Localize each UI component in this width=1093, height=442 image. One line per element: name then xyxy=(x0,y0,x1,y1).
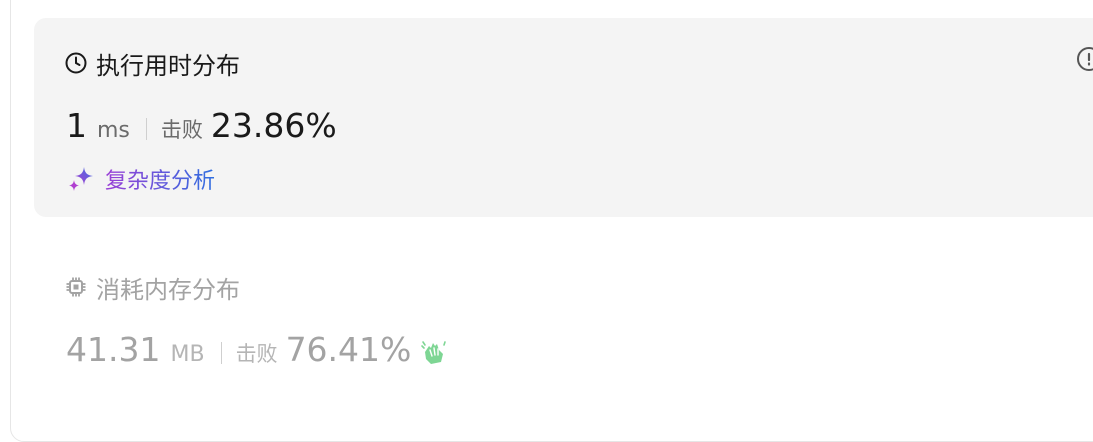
memory-metric-row: 41.31 MB 击败 76.41% xyxy=(66,330,449,376)
runtime-metric-row: 1 ms 击败 23.86% xyxy=(66,106,337,152)
sparkle-icon xyxy=(66,164,96,194)
memory-title-row[interactable]: 消耗内存分布 xyxy=(64,270,240,304)
runtime-beat-label: 击败 xyxy=(160,118,203,142)
runtime-beat-percent: 23.86% xyxy=(210,106,337,145)
complexity-analysis-button[interactable]: 复杂度分析 xyxy=(66,164,215,194)
runtime-value: 1 xyxy=(66,106,87,145)
memory-beat-percent: 76.41% xyxy=(285,330,412,369)
info-icon[interactable] xyxy=(1076,46,1093,72)
memory-title: 消耗内存分布 xyxy=(96,275,240,304)
divider xyxy=(145,118,147,140)
memory-beat-label: 击败 xyxy=(235,342,278,366)
runtime-title-row: 执行用时分布 xyxy=(64,46,240,80)
complexity-analysis-label: 复杂度分析 xyxy=(105,163,215,195)
divider xyxy=(220,342,222,364)
memory-value: 41.31 xyxy=(66,330,161,369)
clapping-hands-icon xyxy=(419,338,449,368)
runtime-title: 执行用时分布 xyxy=(96,51,240,80)
chip-icon xyxy=(64,275,88,299)
runtime-unit: ms xyxy=(97,118,130,143)
clock-icon xyxy=(64,51,88,75)
memory-unit: MB xyxy=(170,342,205,367)
